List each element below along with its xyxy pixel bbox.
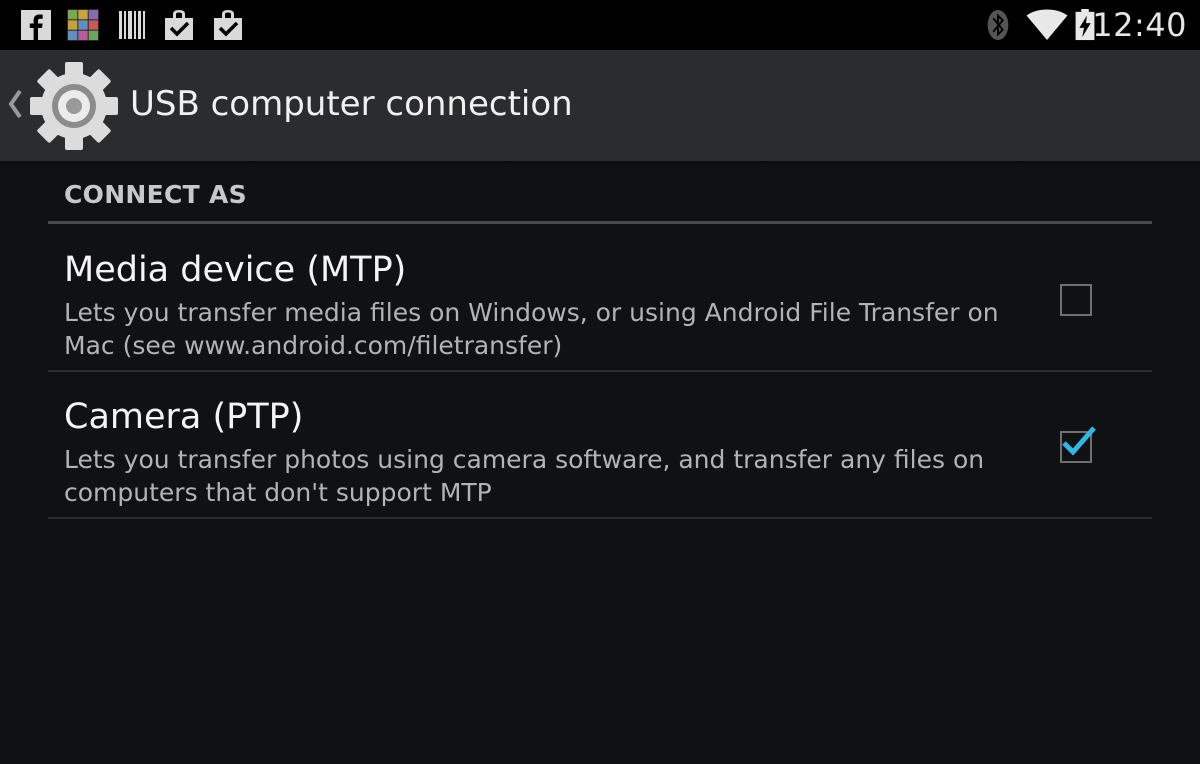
chevron-left-icon[interactable] — [6, 88, 24, 120]
action-bar-shadow — [0, 161, 1200, 165]
option-summary: Lets you transfer media files on Windows… — [64, 298, 999, 360]
section-header: CONNECT AS — [64, 180, 247, 209]
download-complete-icon — [165, 10, 193, 40]
row-divider — [48, 370, 1152, 372]
option-camera-ptp[interactable]: Camera (PTP) Lets you transfer photos us… — [48, 373, 1152, 519]
barcode-icon — [119, 11, 145, 39]
page-title: USB computer connection — [130, 84, 573, 124]
mtp-checkbox[interactable] — [1060, 284, 1092, 316]
option-media-device-mtp[interactable]: Media device (MTP) Lets you transfer med… — [48, 226, 1152, 372]
bluetooth-icon — [987, 9, 1009, 41]
option-title: Camera (PTP) — [64, 397, 304, 437]
settings-gear-icon[interactable] — [28, 60, 120, 152]
wifi-icon — [1026, 9, 1068, 40]
game-app-icon — [67, 9, 99, 41]
status-bar: 12:40 — [0, 0, 1200, 50]
facebook-icon — [21, 10, 51, 40]
option-summary: Lets you transfer photos using camera so… — [64, 445, 985, 507]
checkmark-icon — [1062, 426, 1096, 456]
option-title: Media device (MTP) — [64, 250, 407, 290]
ptp-checkbox[interactable] — [1060, 426, 1096, 463]
clock-time: 12:40 — [1092, 6, 1187, 44]
download-complete-icon — [214, 10, 242, 40]
action-bar: USB computer connection — [0, 50, 1200, 161]
section-divider — [48, 221, 1152, 224]
row-divider — [48, 517, 1152, 519]
